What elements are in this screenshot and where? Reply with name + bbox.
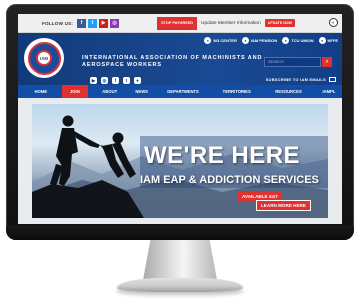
mail-icon xyxy=(329,77,336,82)
organization-name: INTERNATIONAL ASSOCIATION OF MACHINISTS … xyxy=(82,55,263,68)
header-link-iam-pension[interactable]: ● IAM PENSION xyxy=(241,37,278,44)
social-links: f t ▶ ◎ xyxy=(77,18,120,28)
nffe-icon: ● xyxy=(318,37,326,44)
monitor-base xyxy=(117,278,243,292)
nav-item-news[interactable]: NEWS xyxy=(130,85,154,98)
top-utility-bar: FOLLOW US: f t ▶ ◎ STOP PAYGREED Update … xyxy=(18,14,342,33)
header-link-nffe[interactable]: ● NFFE xyxy=(318,37,338,44)
hero-banner[interactable]: WE'RE HERE IAM EAP & ADDICTION SERVICES … xyxy=(32,104,328,218)
nav-item-join[interactable]: JOIN xyxy=(61,85,88,98)
iam-pension-icon: ● xyxy=(241,37,249,44)
header-link-label: TCU UNION xyxy=(291,38,314,43)
logo-ring: IAM xyxy=(27,41,61,75)
iam-logo[interactable]: IAM xyxy=(24,38,64,78)
main-nav: HOME JOIN ABOUT NEWS DEPARTMENTS TERRITO… xyxy=(18,85,342,98)
subscribe-label: SUBSCRIBE TO IAM EMAILS xyxy=(265,77,326,82)
facebook-icon[interactable]: f xyxy=(77,18,87,28)
facebook-icon[interactable]: f xyxy=(112,77,119,84)
hero-title: WE'RE HERE xyxy=(144,142,301,169)
logo-emblem: IAM xyxy=(36,50,52,66)
monitor-stand xyxy=(143,240,217,280)
nav-item-iampl[interactable]: IAMPL xyxy=(316,85,342,98)
learn-more-button[interactable]: LEARN MORE HERE xyxy=(256,200,311,211)
nav-item-territories[interactable]: TERRITORIES xyxy=(214,85,259,98)
subscribe-link[interactable]: SUBSCRIBE TO IAM EMAILS xyxy=(266,77,336,82)
nav-item-home[interactable]: HOME xyxy=(26,85,56,98)
instagram-icon[interactable]: ◎ xyxy=(101,77,108,84)
nav-item-resources[interactable]: RESOURCES xyxy=(267,85,310,98)
instagram-icon[interactable]: ◎ xyxy=(110,18,120,28)
follow-us-label: FOLLOW US: xyxy=(42,20,74,26)
search-input[interactable]: SEARCH xyxy=(264,57,321,67)
header-link-label: W3 CENTER xyxy=(213,38,237,43)
header-link-label: NFFE xyxy=(327,38,338,43)
w3-center-icon: ● xyxy=(204,37,212,44)
search-button[interactable]: ⌕ xyxy=(322,57,332,67)
stop-paygreed-tag[interactable]: STOP PAYGREED xyxy=(157,16,198,30)
monitor-chin xyxy=(6,226,354,240)
twitter-icon[interactable]: t xyxy=(123,77,130,84)
update-member-text: Update Member Information xyxy=(201,20,261,26)
hero-subtitle: IAM EAP & ADDICTION SERVICES xyxy=(140,174,319,186)
header-link-tcu-union[interactable]: ● TCU UNION xyxy=(282,37,314,44)
twitter-icon[interactable]: t xyxy=(88,18,98,28)
page-content: WE'RE HERE IAM EAP & ADDICTION SERVICES … xyxy=(18,98,342,224)
header-links: ● W3 CENTER ● IAM PENSION ● TCU UNION ● … xyxy=(204,37,338,44)
header-link-w3-center[interactable]: ● W3 CENTER xyxy=(204,37,237,44)
search-icon: ⌕ xyxy=(325,58,329,65)
header-social-links: ▶ ◎ f t ● xyxy=(90,77,141,84)
update-now-button[interactable]: UPDATE NOW xyxy=(264,19,296,27)
youtube-icon[interactable]: ▶ xyxy=(90,77,97,84)
header-link-label: IAM PENSION xyxy=(250,38,278,43)
flickr-icon[interactable]: ● xyxy=(134,77,141,84)
website-screen: FOLLOW US: f t ▶ ◎ STOP PAYGREED Update … xyxy=(18,14,342,224)
nav-item-departments[interactable]: DEPARTMENTS xyxy=(160,85,207,98)
youtube-icon[interactable]: ▶ xyxy=(99,18,109,28)
accessibility-icon[interactable]: ◐ xyxy=(329,18,338,27)
nav-item-about[interactable]: ABOUT xyxy=(94,85,126,98)
tcu-union-icon: ● xyxy=(282,37,290,44)
